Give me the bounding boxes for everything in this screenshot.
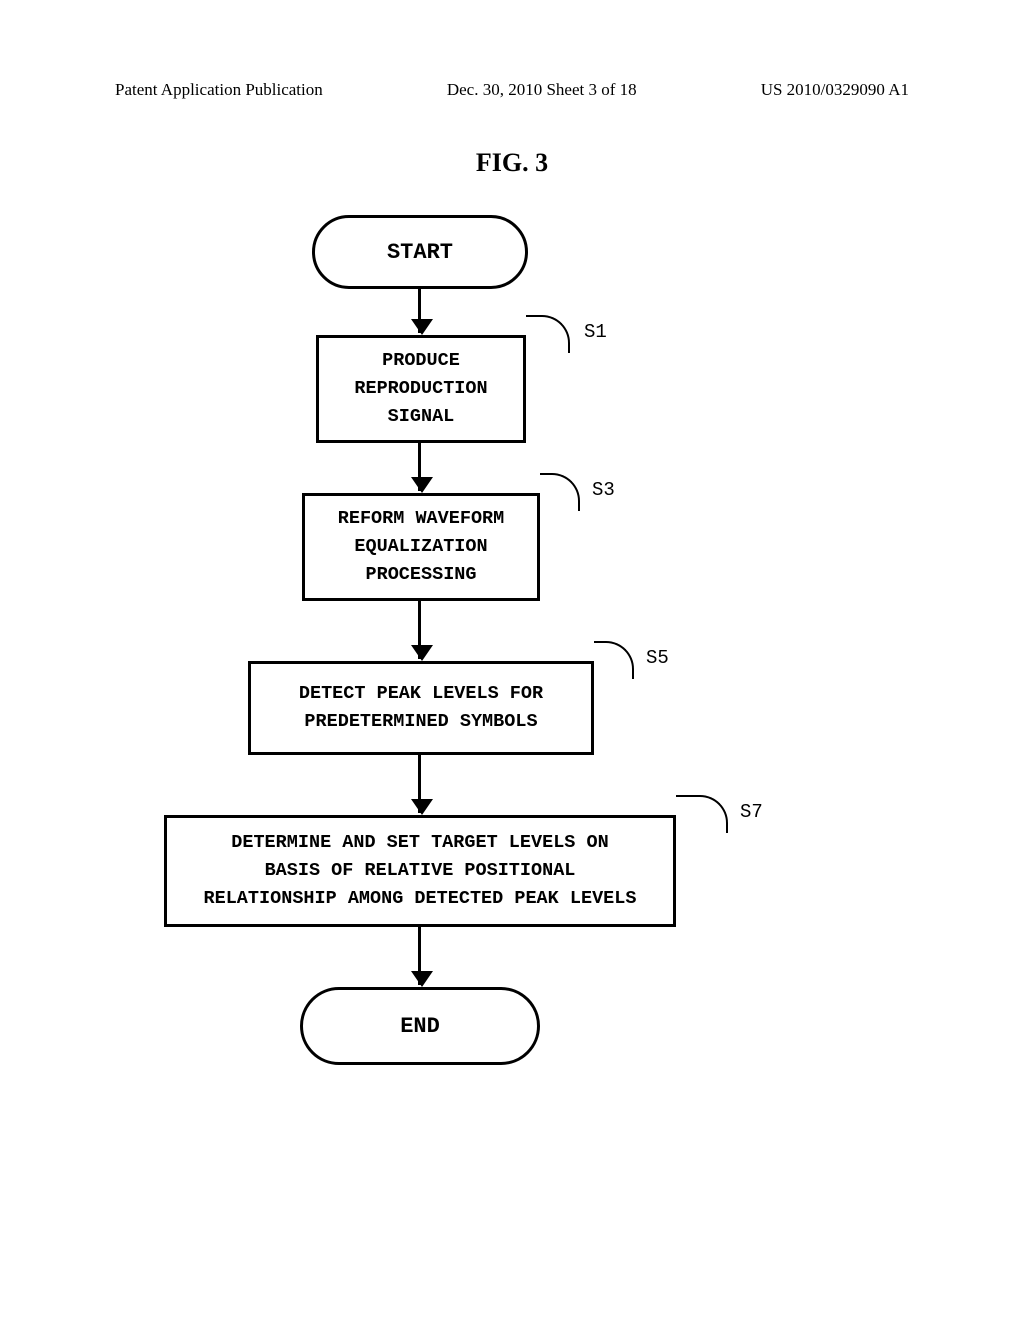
leader-s5	[594, 641, 634, 679]
flow-step-s3-text: REFORM WAVEFORM EQUALIZATION PROCESSING	[338, 505, 505, 588]
header-center: Dec. 30, 2010 Sheet 3 of 18	[447, 80, 637, 100]
arrow-s7-end	[418, 927, 421, 985]
flow-step-s1: PRODUCE REPRODUCTION SIGNAL	[316, 335, 526, 443]
flow-step-s5: DETECT PEAK LEVELS FOR PREDETERMINED SYM…	[248, 661, 594, 755]
flow-step-s3: REFORM WAVEFORM EQUALIZATION PROCESSING	[302, 493, 540, 601]
figure-title: FIG. 3	[476, 148, 548, 178]
arrow-s3-s5	[418, 601, 421, 659]
header-right: US 2010/0329090 A1	[761, 80, 909, 100]
flow-step-s5-text: DETECT PEAK LEVELS FOR PREDETERMINED SYM…	[299, 680, 543, 736]
leader-s1	[526, 315, 570, 353]
arrow-start-s1	[418, 289, 421, 333]
flow-end-label: END	[400, 1014, 440, 1039]
flow-step-s7: DETERMINE AND SET TARGET LEVELS ON BASIS…	[164, 815, 676, 927]
arrow-s5-s7	[418, 755, 421, 813]
page-header: Patent Application Publication Dec. 30, …	[115, 80, 909, 100]
leader-s7	[676, 795, 728, 833]
leader-s3	[540, 473, 580, 511]
arrow-s1-s3	[418, 443, 421, 491]
step-label-s1: S1	[584, 321, 607, 343]
flow-start-label: START	[387, 240, 453, 265]
step-label-s5: S5	[646, 647, 669, 669]
flow-start: START	[312, 215, 528, 289]
flow-step-s7-text: DETERMINE AND SET TARGET LEVELS ON BASIS…	[204, 829, 637, 912]
step-label-s3: S3	[592, 479, 615, 501]
flow-step-s1-text: PRODUCE REPRODUCTION SIGNAL	[354, 347, 487, 430]
flow-end: END	[300, 987, 540, 1065]
step-label-s7: S7	[740, 801, 763, 823]
header-left: Patent Application Publication	[115, 80, 323, 100]
